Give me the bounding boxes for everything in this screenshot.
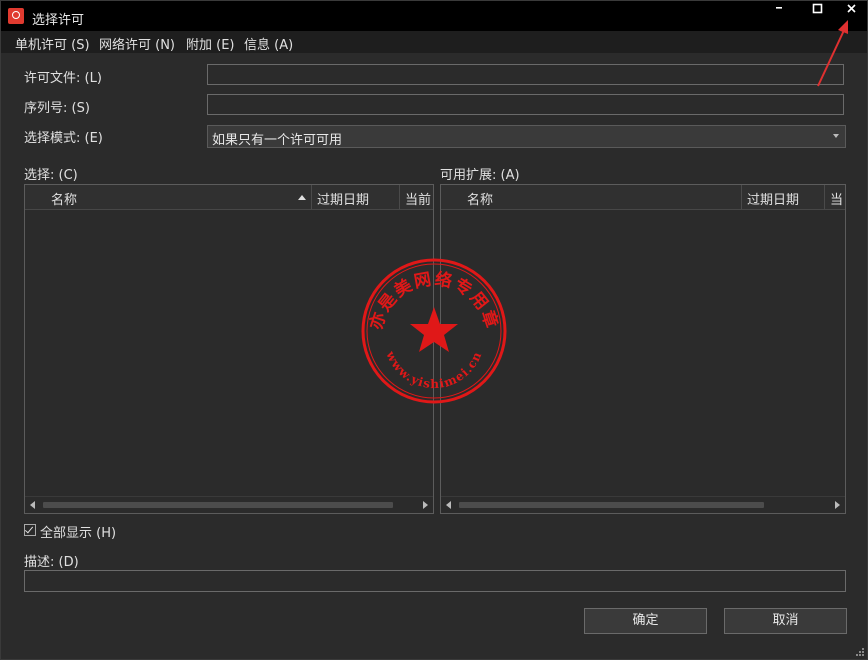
maximize-icon (812, 3, 823, 14)
selection-list-label: 选择: (C) (24, 168, 78, 183)
ok-button[interactable]: 确定 (584, 608, 707, 634)
column-separator (311, 185, 312, 209)
scroll-right-icon[interactable] (835, 501, 840, 509)
column-current[interactable]: 当 (830, 189, 843, 208)
chevron-down-icon (833, 134, 839, 138)
show-all-checkbox[interactable] (24, 524, 36, 536)
column-expiry-date[interactable]: 过期日期 (747, 189, 799, 208)
close-icon (847, 4, 856, 13)
watermark-seal: 亦是美网络专用章 www.yishimei.cn (361, 258, 507, 404)
star-icon (410, 307, 458, 352)
license-dialog-window: 选择许可 单机许可 (S) 网络许可 (N) 附加 (E) 信息 (A) 许可文… (0, 0, 868, 660)
minimize-icon (776, 7, 782, 9)
cancel-button[interactable]: 取消 (724, 608, 847, 634)
scroll-right-icon[interactable] (423, 501, 428, 509)
description-field[interactable] (24, 570, 846, 592)
scroll-left-icon[interactable] (446, 501, 451, 509)
serial-number-label: 序列号: (S) (24, 101, 90, 116)
window-title: 选择许可 (32, 13, 85, 28)
title-bar: 选择许可 (1, 1, 867, 31)
description-label: 描述: (D) (24, 555, 79, 570)
extensions-list-header: 名称 过期日期 当 (441, 185, 845, 210)
serial-number-input[interactable] (207, 94, 844, 115)
column-name[interactable]: 名称 (467, 189, 493, 208)
license-file-label: 许可文件: (L) (24, 71, 102, 86)
svg-text:www.yishimei.cn: www.yishimei.cn (383, 348, 485, 391)
sort-ascending-icon (298, 195, 306, 200)
column-name[interactable]: 名称 (51, 189, 77, 208)
minimize-button[interactable] (763, 1, 797, 23)
column-separator (741, 185, 742, 209)
license-file-input[interactable] (207, 64, 844, 85)
annotation-arrow-icon (817, 20, 848, 87)
selection-list-header: 名称 过期日期 当前 (25, 185, 433, 210)
column-separator (399, 185, 400, 209)
scroll-thumb[interactable] (43, 502, 393, 508)
column-expiry-date[interactable]: 过期日期 (317, 189, 369, 208)
extensions-list-hscrollbar[interactable] (441, 496, 845, 513)
selection-mode-value: 如果只有一个许可可用 (212, 133, 343, 148)
selection-mode-label: 选择模式: (E) (24, 131, 103, 146)
selection-mode-select[interactable]: 如果只有一个许可可用 (207, 125, 846, 148)
resize-grip-icon[interactable] (856, 648, 864, 656)
column-separator (824, 185, 825, 209)
menu-addon[interactable]: 附加 (E) (186, 34, 235, 53)
menu-info[interactable]: 信息 (A) (244, 34, 293, 53)
menu-bar: 单机许可 (S) 网络许可 (N) 附加 (E) 信息 (A) (1, 31, 867, 53)
license-app-icon (8, 8, 24, 24)
column-current[interactable]: 当前 (405, 189, 431, 208)
menu-network-license[interactable]: 网络许可 (N) (99, 34, 175, 53)
selection-list-hscrollbar[interactable] (25, 496, 433, 513)
scroll-thumb[interactable] (459, 502, 764, 508)
menu-standalone-license[interactable]: 单机许可 (S) (15, 34, 90, 53)
show-all-label[interactable]: 全部显示 (H) (40, 522, 116, 541)
scroll-left-icon[interactable] (30, 501, 35, 509)
available-extensions-label: 可用扩展: (A) (440, 168, 520, 183)
checkmark-icon (24, 524, 34, 534)
